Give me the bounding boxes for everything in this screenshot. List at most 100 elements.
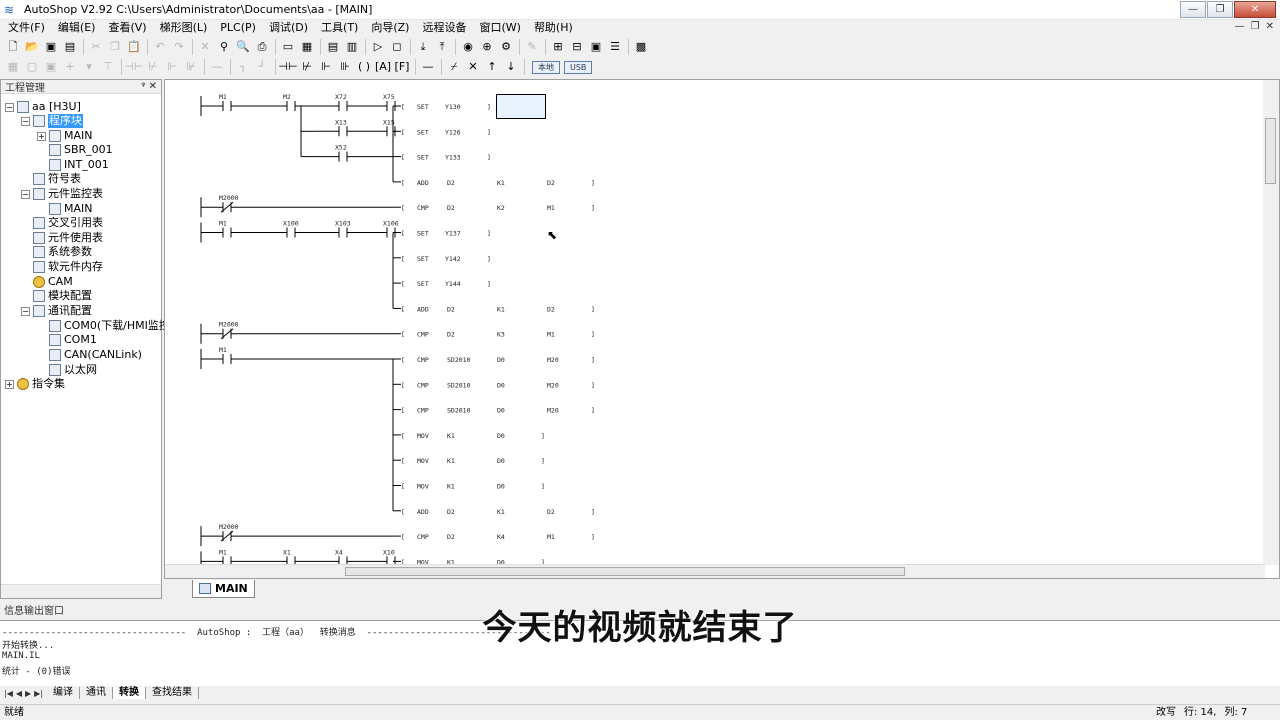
tree-item-cam[interactable]: CAM: [33, 275, 73, 289]
download-icon[interactable]: ⤓: [414, 39, 432, 55]
list-icon[interactable]: ☰: [606, 39, 624, 55]
tree-item-soft-memory[interactable]: 软元件内存: [33, 260, 103, 274]
delete-icon[interactable]: ✕: [196, 39, 214, 55]
output-tab-comm[interactable]: 通讯: [80, 687, 114, 699]
tab-main[interactable]: MAIN: [192, 580, 255, 598]
menu-tools[interactable]: 工具(T): [313, 20, 363, 36]
run-icon[interactable]: ▷: [369, 39, 387, 55]
tree-item-cross-reference[interactable]: 交叉引用表: [33, 216, 103, 230]
save-icon[interactable]: ▣: [42, 39, 60, 55]
editor-vertical-scrollbar[interactable]: [1263, 80, 1279, 565]
zoom-out-icon[interactable]: ⊟: [568, 39, 586, 55]
tree-item-program-blocks[interactable]: − 程序块: [21, 114, 83, 128]
menu-debug[interactable]: 调试(D): [261, 20, 313, 36]
panel-close-icon[interactable]: ✕: [149, 81, 157, 92]
menu-file[interactable]: 文件(F): [0, 20, 50, 36]
collapse-icon[interactable]: −: [5, 102, 14, 112]
usb-connection-button[interactable]: USB: [564, 60, 593, 74]
horizontal-line-icon[interactable]: —: [208, 59, 226, 75]
ladder-diagram-canvas[interactable]: M1 M2 X72 X75X13 X15X52[SET Y130][SET Y126][SE…: [165, 80, 1265, 565]
tree-item-monitor-main[interactable]: MAIN: [49, 202, 93, 216]
insert-row-icon[interactable]: ⊤: [99, 59, 117, 75]
ladder-editor[interactable]: M1 M2 X72 X75 X13 X15 X52[SET Y130][SET Y126][SE…: [164, 79, 1280, 579]
vertical-line-icon[interactable]: ┐: [234, 59, 252, 75]
tree-item-instruction-set[interactable]: + 指令集: [5, 377, 65, 391]
tree-item-can[interactable]: CAN(CANLink): [49, 348, 142, 362]
menu-window[interactable]: 窗口(W): [471, 20, 525, 36]
find-icon[interactable]: ⚲: [215, 39, 233, 55]
box-icon[interactable]: ▢: [23, 59, 41, 75]
cut-icon[interactable]: ✂: [87, 39, 105, 55]
contact-parallel-nc-icon[interactable]: ⊮: [182, 59, 200, 75]
restore-button[interactable]: ❐: [1207, 1, 1233, 18]
minimize-button[interactable]: —: [1180, 1, 1206, 18]
tree-item-sbr[interactable]: SBR_001: [49, 143, 113, 157]
arrow-down-icon[interactable]: ▾: [80, 59, 98, 75]
output-tab-compile[interactable]: 编译: [47, 687, 81, 699]
zoom-in-icon[interactable]: ⊞: [549, 39, 567, 55]
print-icon[interactable]: ⎙: [253, 39, 271, 55]
mdi-restore-button[interactable]: ❐: [1251, 21, 1260, 32]
tree-item-monitor-table[interactable]: − 元件监控表: [21, 187, 103, 201]
contact-parallel-icon[interactable]: ⊩: [163, 59, 181, 75]
collapse-icon[interactable]: −: [21, 189, 30, 199]
local-connection-button[interactable]: 本地: [532, 60, 560, 74]
ladder-diagram[interactable]: M1 M2 X72 X75 X13 X15 X52[SET Y130][SET Y126][SE…: [165, 80, 1265, 565]
falling-edge-icon[interactable]: ↓: [502, 59, 520, 75]
collapse-icon[interactable]: −: [21, 116, 30, 126]
menu-wizard[interactable]: 向导(Z): [363, 20, 414, 36]
func-block-icon[interactable]: [F]: [393, 59, 411, 75]
window-icon[interactable]: ▭: [279, 39, 297, 55]
editor-horizontal-scrollbar[interactable]: [165, 564, 1265, 578]
mdi-close-button[interactable]: ✕: [1266, 21, 1274, 32]
collapse-icon[interactable]: −: [21, 306, 30, 316]
contact-nc-icon[interactable]: ⊬: [144, 59, 162, 75]
expand-icon[interactable]: +: [5, 379, 14, 389]
comment-edit-icon[interactable]: ▥: [343, 39, 361, 55]
print-preview-icon[interactable]: 🔍: [234, 39, 252, 55]
vertical-line-delete-icon[interactable]: ┘: [253, 59, 271, 75]
stop-icon[interactable]: ◻: [388, 39, 406, 55]
parallel-rising-icon[interactable]: ⊩: [317, 59, 335, 75]
pen-icon[interactable]: ✎: [523, 39, 541, 55]
tree-item-system-params[interactable]: 系统参数: [33, 245, 92, 259]
func-coil-icon[interactable]: [A]: [374, 59, 392, 75]
scroll-thumb[interactable]: [1265, 118, 1276, 184]
grid-icon[interactable]: ▦: [4, 59, 22, 75]
output-tab-find-results[interactable]: 查找结果: [146, 687, 200, 699]
menu-plc[interactable]: PLC(P): [212, 20, 261, 36]
tree-item-comm-config[interactable]: − 通讯配置: [21, 304, 92, 318]
last-tab-icon[interactable]: ▶|: [34, 689, 43, 698]
parallel-falling-icon[interactable]: ⊪: [336, 59, 354, 75]
menu-help[interactable]: 帮助(H): [526, 20, 578, 36]
menu-view[interactable]: 查看(V): [100, 20, 151, 36]
contact-rising-icon[interactable]: ⊣⊢: [278, 59, 297, 75]
mdi-minimize-button[interactable]: —: [1235, 21, 1245, 32]
tree-item-project[interactable]: − aa [H3U]: [5, 100, 81, 114]
line-icon[interactable]: —: [419, 59, 437, 75]
tree-item-ethernet[interactable]: 以太网: [49, 363, 97, 377]
tree-item-com0[interactable]: COM0(下载/HMI监控): [49, 319, 174, 333]
open-folder-icon[interactable]: 📂: [23, 39, 41, 55]
box-alt-icon[interactable]: ▣: [42, 59, 60, 75]
comment-icon[interactable]: ▤: [324, 39, 342, 55]
next-tab-icon[interactable]: ▶: [25, 689, 31, 698]
tree-item-element-usage[interactable]: 元件使用表: [33, 231, 103, 245]
ladder-mode-icon[interactable]: ▩: [632, 39, 650, 55]
contact-no-icon[interactable]: ⊣⊢: [124, 59, 143, 75]
first-tab-icon[interactable]: |◀: [4, 689, 13, 698]
invert-icon[interactable]: ⌿: [445, 59, 463, 75]
monitor-zoom-icon[interactable]: ⊕: [478, 39, 496, 55]
redo-icon[interactable]: ↷: [170, 39, 188, 55]
tab-nav-arrows[interactable]: |◀ ◀ ▶ ▶|: [0, 689, 47, 698]
pin-icon[interactable]: ᵠ: [141, 81, 145, 92]
tree-item-module-config[interactable]: 模块配置: [33, 289, 92, 303]
menu-remote-device[interactable]: 远程设备: [414, 20, 471, 36]
scroll-thumb[interactable]: [345, 567, 905, 576]
project-panel-scrollbar[interactable]: [1, 584, 161, 598]
save-all-icon[interactable]: ▤: [61, 39, 79, 55]
close-button[interactable]: ✕: [1234, 1, 1276, 18]
tree-item-int[interactable]: INT_001: [49, 158, 109, 172]
new-file-icon[interactable]: 🗋: [4, 39, 22, 55]
tree-item-main[interactable]: + MAIN: [37, 129, 93, 143]
